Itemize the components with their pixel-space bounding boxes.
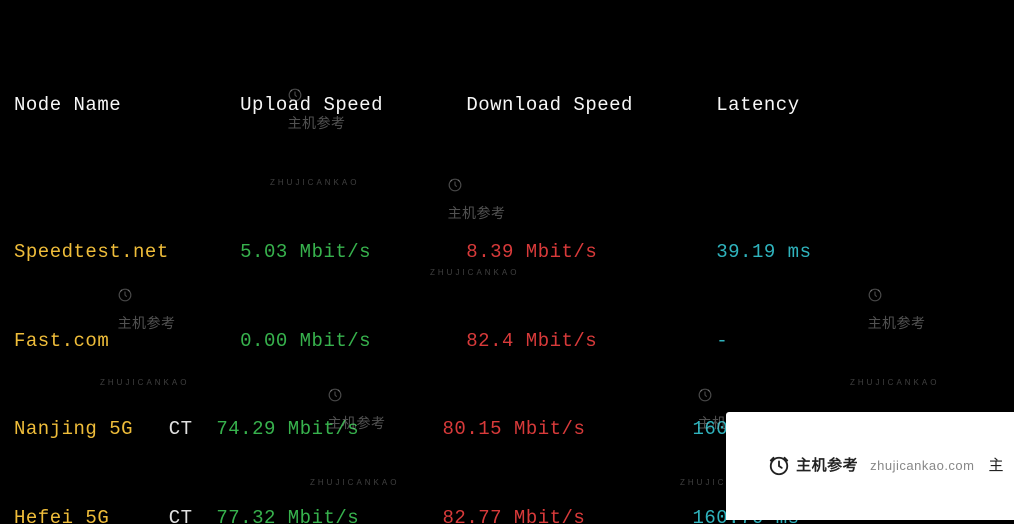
watermark-icon: 主机参考 ZHUJICANKAO (270, 50, 359, 257)
upload-speed: 74.29 Mbit/s (216, 418, 359, 440)
node-name: Fast.com (14, 330, 109, 352)
watermark-text: 主机参考 (448, 205, 506, 221)
corner-tail: 主 (988, 451, 1004, 481)
col-download: Download Speed (466, 94, 633, 116)
col-latency: Latency (716, 94, 799, 116)
download-speed: 82.77 Mbit/s (443, 507, 586, 524)
download-speed: 8.39 Mbit/s (466, 241, 597, 263)
corner-badge: 主机参考 zhujicankao.com 主 (726, 412, 1014, 521)
corner-domain: zhujicankao.com (870, 451, 974, 481)
upload-speed: 0.00 Mbit/s (240, 330, 371, 352)
table-header: Node Name Upload Speed Download Speed La… (14, 91, 1006, 121)
terminal-output: Node Name Upload Speed Download Speed La… (0, 0, 1014, 524)
watermark-sub: ZHUJICANKAO (850, 368, 939, 398)
table-row: Speedtest.net 5.03 Mbit/s 8.39 Mbit/s 39… (14, 238, 1006, 268)
node-name: Nanjing 5G (14, 418, 133, 440)
upload-speed: 77.32 Mbit/s (216, 507, 359, 524)
node-name: Hefei 5G (14, 507, 109, 524)
watermark-sub: ZHUJICANKAO (100, 368, 189, 398)
download-speed: 80.15 Mbit/s (443, 418, 586, 440)
clock-icon (740, 422, 790, 511)
col-node: Node Name (14, 94, 121, 116)
download-speed: 82.4 Mbit/s (466, 330, 597, 352)
watermark-sub: ZHUJICANKAO (310, 468, 399, 498)
watermark-sub: ZHUJICANKAO (270, 168, 359, 198)
carrier: CT (169, 418, 193, 440)
carrier: CT (169, 507, 193, 524)
corner-text: 主机参考 (796, 451, 858, 481)
upload-speed: 5.03 Mbit/s (240, 241, 371, 263)
col-upload: Upload Speed (240, 94, 383, 116)
latency: 39.19 ms (716, 241, 811, 263)
latency: - (716, 330, 728, 352)
node-name: Speedtest.net (14, 241, 169, 263)
table-row: Fast.com 0.00 Mbit/s 82.4 Mbit/s - (14, 327, 1006, 357)
